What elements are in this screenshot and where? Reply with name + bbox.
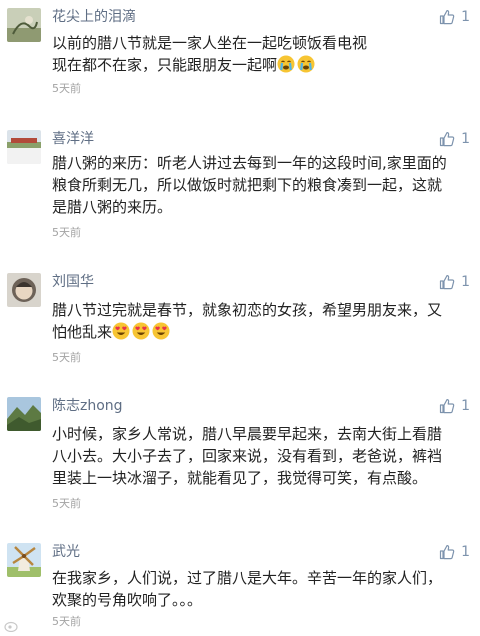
thumbs-up-icon bbox=[439, 10, 455, 25]
like-count: 1 bbox=[461, 131, 470, 147]
comment-text: 以前的腊八节就是一家人坐在一起吃顿饭看电视 现在都不在家，只能跟朋友一起啊 bbox=[52, 32, 472, 76]
comment-line: 腊八节过完就是春节，就象初恋的女孩，希望男朋友来，又 bbox=[52, 301, 443, 319]
comment-line-with-emoji: 怕他乱来 bbox=[52, 321, 472, 343]
comment-line-with-emoji: 现在都不在家，只能跟朋友一起啊 bbox=[52, 54, 472, 76]
comment-text: 腊八粥的来历：听老人讲过去每到一年的这段时间,家里面的 粮食所剩无几，所以做饭时… bbox=[52, 152, 472, 218]
comment-username[interactable]: 喜洋洋 bbox=[52, 130, 94, 148]
avatar-mountain-icon[interactable] bbox=[7, 397, 41, 431]
thumbs-up-icon bbox=[439, 399, 455, 414]
comment-line: 是腊八粥的来历。 bbox=[52, 198, 173, 216]
thumbs-up-icon bbox=[439, 545, 455, 560]
comment-username[interactable]: 刘国华 bbox=[52, 273, 94, 291]
avatar-portrait-icon[interactable] bbox=[7, 273, 41, 307]
like-button[interactable]: 1 bbox=[439, 273, 470, 291]
like-count: 1 bbox=[461, 274, 470, 290]
like-button[interactable]: 1 bbox=[439, 130, 470, 148]
comment-text: 腊八节过完就是春节，就象初恋的女孩，希望男朋友来，又 怕他乱来 bbox=[52, 299, 472, 343]
comment-line: 以前的腊八节就是一家人坐在一起吃顿饭看电视 bbox=[52, 34, 368, 52]
like-count: 1 bbox=[461, 398, 470, 414]
comment-line: 小时候，家乡人常说，腊八早晨要早起来，去南大街上看腊 bbox=[52, 425, 443, 443]
heart-eyes-icon bbox=[132, 322, 150, 340]
comment-time: 5天前 bbox=[52, 497, 81, 510]
comment-line: 欢聚的号角吹响了。。。 bbox=[52, 591, 203, 609]
like-button[interactable]: 1 bbox=[439, 397, 470, 415]
comment-time: 5天前 bbox=[52, 615, 81, 628]
heart-eyes-icon bbox=[112, 322, 130, 340]
like-button[interactable]: 1 bbox=[439, 8, 470, 26]
avatar-landscape-icon[interactable] bbox=[7, 130, 41, 164]
thumbs-up-icon bbox=[439, 132, 455, 147]
comment-username[interactable]: 花尖上的泪滴 bbox=[52, 8, 136, 26]
comment-text: 在我家乡，人们说，过了腊八是大年。辛苦一年的家人们， 欢聚的号角吹响了。。。 bbox=[52, 567, 472, 611]
comment-line: 腊八粥的来历：听老人讲过去每到一年的这段时间,家里面的 bbox=[52, 154, 447, 172]
like-button[interactable]: 1 bbox=[439, 543, 470, 561]
comment-line: 里装上一块冰溜子，就能看见了，我觉得可笑，有点酸。 bbox=[52, 469, 428, 487]
avatar-plant-icon[interactable] bbox=[7, 8, 41, 42]
comment-line: 在我家乡，人们说，过了腊八是大年。辛苦一年的家人们， bbox=[52, 569, 443, 587]
heart-eyes-icon bbox=[152, 322, 170, 340]
avatar-windmill-icon[interactable] bbox=[7, 543, 41, 577]
comment-line: 八小去。大小子去了，回家来说，没有看到，老爸说，裤裆 bbox=[52, 447, 443, 465]
comment-username[interactable]: 陈志zhong bbox=[52, 397, 123, 415]
thumbs-up-icon bbox=[439, 275, 455, 290]
crying-face-icon bbox=[297, 55, 315, 73]
comment-time: 5天前 bbox=[52, 351, 81, 364]
crying-face-icon bbox=[277, 55, 295, 73]
like-count: 1 bbox=[461, 9, 470, 25]
comment-time: 5天前 bbox=[52, 82, 81, 95]
comment-time: 5天前 bbox=[52, 226, 81, 239]
watermark-icon bbox=[4, 620, 18, 632]
comment-username[interactable]: 武光 bbox=[52, 543, 80, 561]
comment-text: 小时候，家乡人常说，腊八早晨要早起来，去南大街上看腊 八小去。大小子去了，回家来… bbox=[52, 423, 472, 489]
comment-line: 粮食所剩无几，所以做饭时就把剩下的粮食凑到一起，这就 bbox=[52, 176, 443, 194]
like-count: 1 bbox=[461, 544, 470, 560]
